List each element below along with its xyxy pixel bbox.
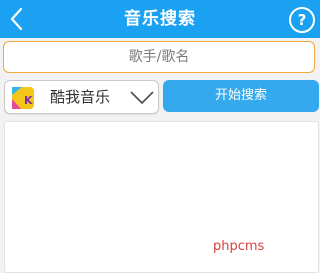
- search-results-panel: [4, 121, 319, 273]
- svg-text:K: K: [24, 94, 33, 107]
- search-box: [3, 41, 315, 73]
- search-input[interactable]: [4, 42, 314, 72]
- help-icon: ?: [297, 11, 307, 29]
- watermark-text: phpcms: [213, 239, 265, 254]
- chevron-down-icon: [130, 91, 154, 104]
- music-source-dropdown[interactable]: K 酷我音乐: [4, 80, 159, 114]
- music-source-label: 酷我音乐: [50, 88, 111, 106]
- help-button[interactable]: ?: [289, 7, 315, 33]
- app-header: 音乐搜索 ?: [0, 0, 320, 38]
- page-title: 音乐搜索: [124, 9, 196, 29]
- kuwo-logo-icon: K: [12, 87, 34, 109]
- start-search-button[interactable]: 开始搜索: [163, 80, 319, 112]
